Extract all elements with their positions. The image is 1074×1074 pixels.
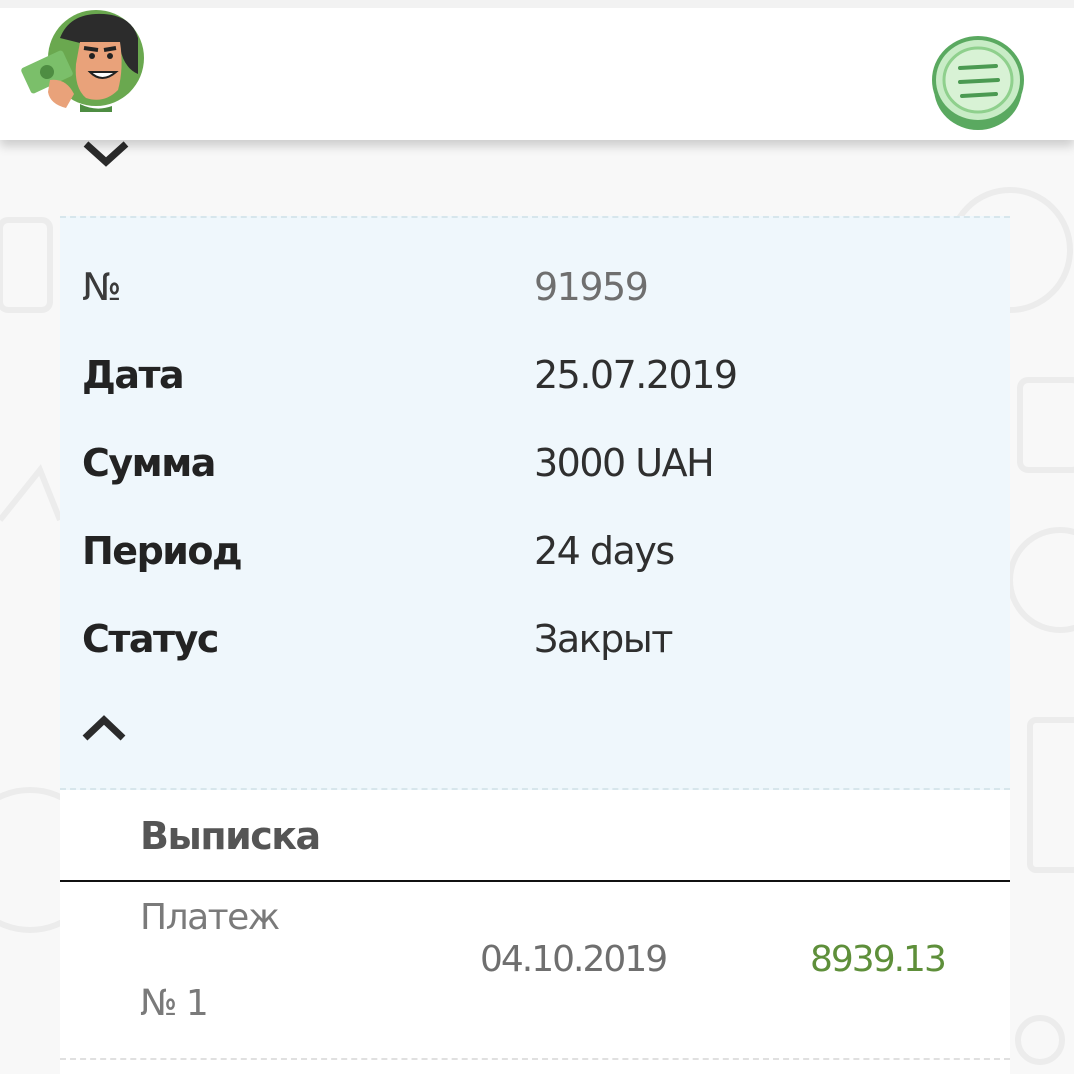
statement-section: Выписка Платеж № 1 04.10.2019 8939.13 [60, 790, 1010, 1074]
app-header [0, 0, 1074, 140]
statement-title: Выписка [140, 814, 321, 858]
detail-row-period: Период 24 days [60, 516, 1010, 586]
detail-row-date: Дата 25.07.2019 [60, 340, 1010, 410]
top-frame-strip [0, 0, 1074, 8]
payment-row-divider [60, 1058, 1010, 1060]
payment-row[interactable]: Платеж № 1 04.10.2019 8939.13 [60, 882, 1010, 1058]
detail-label-date: Дата [82, 353, 185, 397]
loan-details-panel: № 91959 Дата 25.07.2019 Сумма 3000 UAH П… [60, 216, 1010, 790]
detail-label-status: Статус [82, 617, 219, 661]
detail-value-number: 91959 [534, 265, 649, 309]
money-man-mascot-icon[interactable] [20, 8, 144, 112]
hamburger-menu-icon[interactable] [930, 30, 1026, 132]
detail-label-amount: Сумма [82, 441, 216, 485]
detail-label-number: № [82, 265, 122, 309]
detail-label-period: Период [82, 529, 243, 573]
chevron-down-icon[interactable] [80, 136, 132, 172]
detail-row-amount: Сумма 3000 UAH [60, 428, 1010, 498]
payment-amount: 8939.13 [810, 939, 947, 980]
payment-name: Платеж [140, 897, 280, 938]
detail-row-status: Статус Закрыт [60, 604, 1010, 674]
payment-number: № 1 [140, 983, 209, 1024]
detail-value-amount: 3000 UAH [534, 441, 715, 485]
detail-value-period: 24 days [534, 529, 675, 573]
chevron-up-icon[interactable] [80, 710, 128, 746]
payment-date: 04.10.2019 [480, 939, 668, 980]
detail-value-date: 25.07.2019 [534, 353, 738, 397]
detail-row-number: № 91959 [60, 252, 1010, 322]
detail-value-status: Закрыт [534, 617, 673, 661]
